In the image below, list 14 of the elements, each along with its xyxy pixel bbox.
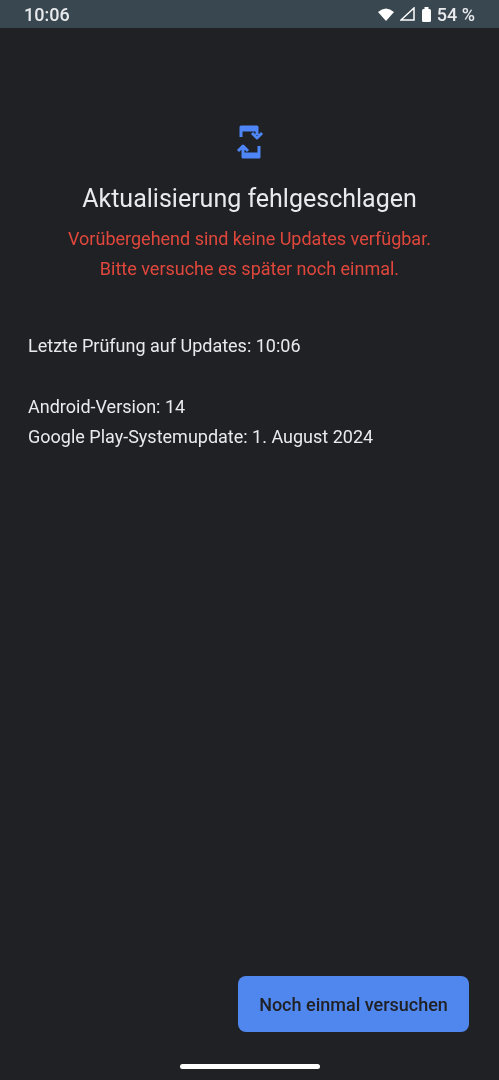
error-message: Vorübergehend sind keine Updates verfügbar.	[68, 226, 431, 251]
phone-update-icon	[234, 124, 265, 160]
error-message: Bitte versuche es später noch einmal.	[99, 256, 400, 281]
error-title: Aktualisierung fehlgeschlagen	[82, 183, 417, 215]
info-text: Google Play-Systemupdate: 1. August 2024	[28, 424, 375, 449]
battery-icon	[421, 6, 431, 22]
retry-button[interactable]: Noch einmal versuchen	[238, 976, 469, 1032]
wifi-icon	[377, 7, 394, 21]
signal-icon	[399, 7, 416, 21]
home-indicator[interactable]	[179, 1064, 320, 1069]
status-time: 10:06	[24, 2, 70, 27]
last-check-text: Letzte Prüfung auf Updates: 10:06	[28, 333, 302, 358]
info-text: Android-Version: 14	[28, 394, 187, 419]
battery-percent: 54 %	[436, 2, 475, 27]
